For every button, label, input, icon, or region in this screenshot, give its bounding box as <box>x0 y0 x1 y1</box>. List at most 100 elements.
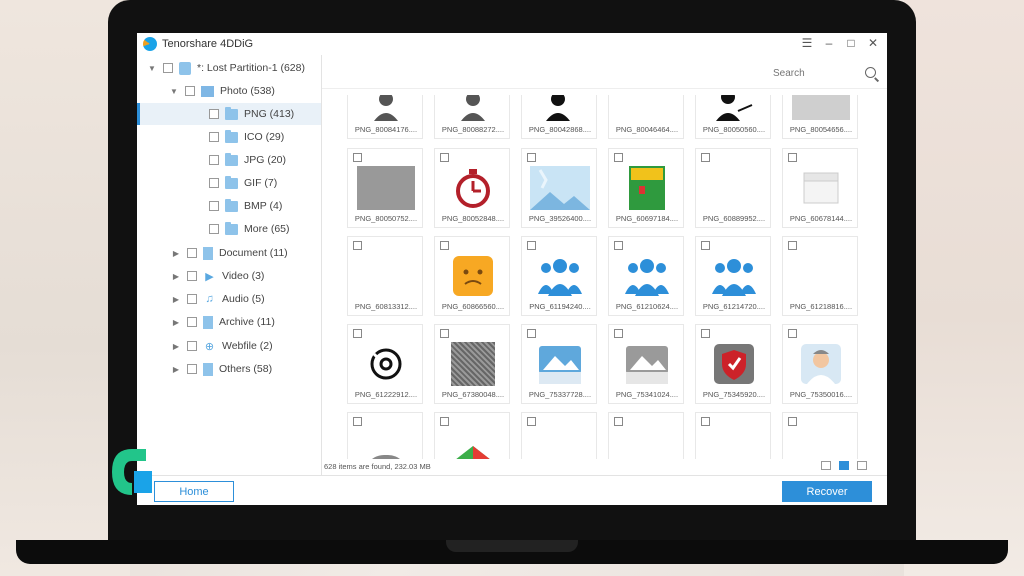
checkbox[interactable] <box>187 317 197 327</box>
file-tile[interactable] <box>608 412 684 459</box>
file-tile[interactable]: PNG_80050560.... <box>695 95 771 139</box>
file-tile[interactable]: PNG_75337728.... <box>521 324 597 404</box>
checkbox[interactable] <box>209 178 219 188</box>
checkbox[interactable] <box>353 417 362 426</box>
checkbox[interactable] <box>209 155 219 165</box>
tree-item-lost-partition[interactable]: ▼ *: Lost Partition-1 (628) <box>147 57 305 79</box>
checkbox[interactable] <box>527 241 536 250</box>
chevron-right-icon[interactable]: ▶ <box>171 318 181 327</box>
checkbox[interactable] <box>185 86 195 96</box>
checkbox[interactable] <box>527 153 536 162</box>
tree-item-others[interactable]: ▶ Others (58) <box>171 358 272 380</box>
preview-view-icon[interactable] <box>857 461 867 470</box>
checkbox[interactable] <box>353 153 362 162</box>
file-tile[interactable]: PNG_80050752.... <box>347 148 423 228</box>
file-tile[interactable]: PNG_61222912.... <box>347 324 423 404</box>
file-tile[interactable]: PNG_39526400.... <box>521 148 597 228</box>
checkbox[interactable] <box>187 271 197 281</box>
checkbox[interactable] <box>701 241 710 250</box>
checkbox[interactable] <box>209 201 219 211</box>
tree-item-photo[interactable]: ▼ Photo (538) <box>169 80 275 102</box>
search-input[interactable] <box>773 63 853 83</box>
file-tile[interactable]: PNG_67380048.... <box>434 324 510 404</box>
checkbox[interactable] <box>353 241 362 250</box>
checkbox[interactable] <box>163 63 173 73</box>
file-tile[interactable]: PNG_75345920.... <box>695 324 771 404</box>
tree-item-ico[interactable]: ICO (29) <box>209 126 284 148</box>
file-tile[interactable]: PNG_60697184.... <box>608 148 684 228</box>
checkbox[interactable] <box>187 364 197 374</box>
file-tile[interactable]: PNG_80046464.... <box>608 95 684 139</box>
checkbox[interactable] <box>440 241 449 250</box>
tree-item-jpg[interactable]: JPG (20) <box>209 149 286 171</box>
file-tile[interactable] <box>347 412 423 459</box>
checkbox[interactable] <box>209 224 219 234</box>
list-view-icon[interactable] <box>821 461 831 470</box>
checkbox[interactable] <box>187 248 197 258</box>
checkbox[interactable] <box>209 109 219 119</box>
search-icon[interactable] <box>865 67 876 78</box>
file-tile[interactable]: PNG_61194240.... <box>521 236 597 316</box>
checkbox[interactable] <box>440 329 449 338</box>
minimize-icon[interactable]: – <box>823 36 835 50</box>
file-tile[interactable] <box>434 412 510 459</box>
file-tile[interactable]: PNG_61210624.... <box>608 236 684 316</box>
checkbox[interactable] <box>788 153 797 162</box>
file-tile[interactable] <box>695 412 771 459</box>
checkbox[interactable] <box>701 153 710 162</box>
grid-view-icon[interactable] <box>839 461 849 470</box>
close-icon[interactable]: ✕ <box>867 36 879 50</box>
file-tile[interactable]: PNG_60813312.... <box>347 236 423 316</box>
tree-item-audio[interactable]: ▶ ♫ Audio (5) <box>171 288 265 310</box>
checkbox[interactable] <box>527 417 536 426</box>
file-tile[interactable]: PNG_80088272.... <box>434 95 510 139</box>
checkbox[interactable] <box>614 153 623 162</box>
checkbox[interactable] <box>527 329 536 338</box>
chevron-down-icon[interactable]: ▼ <box>147 64 157 73</box>
checkbox[interactable] <box>788 329 797 338</box>
home-button[interactable]: Home <box>154 481 234 502</box>
chevron-down-icon[interactable]: ▼ <box>169 87 179 96</box>
file-tile[interactable]: PNG_61218816.... <box>782 236 858 316</box>
file-tile[interactable]: PNG_80042868.... <box>521 95 597 139</box>
checkbox[interactable] <box>614 241 623 250</box>
checkbox[interactable] <box>788 241 797 250</box>
chevron-right-icon[interactable]: ▶ <box>171 365 181 374</box>
file-tile[interactable]: PNG_61214720.... <box>695 236 771 316</box>
checkbox[interactable] <box>614 417 623 426</box>
recover-button[interactable]: Recover <box>782 481 872 502</box>
chevron-right-icon[interactable]: ▶ <box>171 295 181 304</box>
tree-item-gif[interactable]: GIF (7) <box>209 172 277 194</box>
file-tile[interactable]: PNG_75350016.... <box>782 324 858 404</box>
file-tile[interactable] <box>782 412 858 459</box>
file-tile[interactable]: PNG_75341024.... <box>608 324 684 404</box>
checkbox[interactable] <box>788 417 797 426</box>
file-tile[interactable]: PNG_60866560.... <box>434 236 510 316</box>
tree-item-video[interactable]: ▶ ▶ Video (3) <box>171 265 265 287</box>
tree-item-more[interactable]: More (65) <box>209 218 290 240</box>
file-tile[interactable]: PNG_80084176.... <box>347 95 423 139</box>
tree-item-webfile[interactable]: ▶ ⊕ Webfile (2) <box>171 335 273 357</box>
checkbox[interactable] <box>440 417 449 426</box>
checkbox[interactable] <box>701 417 710 426</box>
checkbox[interactable] <box>187 341 197 351</box>
menu-icon[interactable]: ☰ <box>801 36 813 50</box>
chevron-right-icon[interactable]: ▶ <box>171 342 181 351</box>
chevron-right-icon[interactable]: ▶ <box>171 272 181 281</box>
tree-item-bmp[interactable]: BMP (4) <box>209 195 282 217</box>
file-tile[interactable]: PNG_60889952.... <box>695 148 771 228</box>
file-tile[interactable]: PNG_60678144.... <box>782 148 858 228</box>
file-tile[interactable] <box>521 412 597 459</box>
chevron-right-icon[interactable]: ▶ <box>171 249 181 258</box>
checkbox[interactable] <box>440 153 449 162</box>
file-tile[interactable]: PNG_80054656.... <box>782 95 858 139</box>
tree-item-png[interactable]: PNG (413) <box>137 103 321 125</box>
checkbox[interactable] <box>701 329 710 338</box>
tree-item-archive[interactable]: ▶ Archive (11) <box>171 311 275 333</box>
checkbox[interactable] <box>353 329 362 338</box>
maximize-icon[interactable]: □ <box>845 36 857 50</box>
checkbox[interactable] <box>187 294 197 304</box>
file-tile[interactable]: PNG_80052848.... <box>434 148 510 228</box>
tree-item-document[interactable]: ▶ Document (11) <box>171 242 288 264</box>
checkbox[interactable] <box>209 132 219 142</box>
